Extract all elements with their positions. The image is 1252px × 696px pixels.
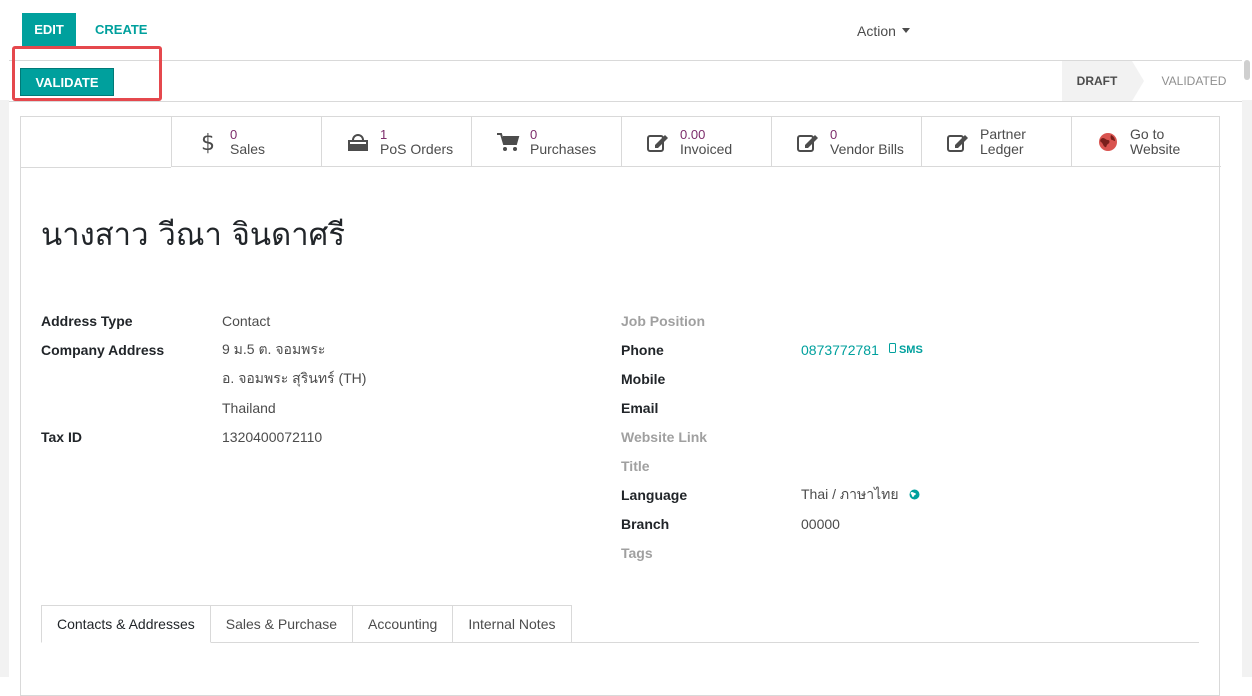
phone-link[interactable]: 0873772781 xyxy=(801,342,879,358)
purchases-count: 0 xyxy=(530,126,538,142)
pos-orders-label: PoS Orders xyxy=(380,140,454,157)
tab-contacts-addresses[interactable]: Contacts & Addresses xyxy=(41,605,211,643)
control-panel: EDIT CREATE Action xyxy=(0,0,1252,60)
pencil-square-icon xyxy=(644,132,672,152)
status-bar: VALIDATE DRAFT VALIDATED xyxy=(9,60,1242,102)
email-label: Email xyxy=(621,399,659,416)
mobile-icon xyxy=(888,343,896,353)
job-position-label: Job Position xyxy=(621,312,705,329)
sales-count: 0 xyxy=(230,126,238,142)
purchases-label: Purchases xyxy=(530,140,597,157)
globe-icon[interactable] xyxy=(909,489,920,500)
partner-name: นางสาว วีณา จินดาศรี xyxy=(41,217,345,253)
partner-ledger-line1: Partner xyxy=(980,125,1026,142)
sms-label: SMS xyxy=(898,344,923,356)
create-button[interactable]: CREATE xyxy=(85,13,157,46)
cart-icon xyxy=(494,132,522,152)
stage-draft: DRAFT xyxy=(1062,61,1144,101)
tax-id-value: 1320400072110 xyxy=(222,428,323,445)
validate-button[interactable]: VALIDATE xyxy=(20,68,114,96)
company-address-label: Company Address xyxy=(41,341,165,358)
shopping-bag-icon xyxy=(344,132,372,152)
address-line1: 9 ม.5 ต. จอมพระ xyxy=(222,340,326,357)
action-label: Action xyxy=(857,22,896,39)
language-value[interactable]: Thai / ภาษาไทย xyxy=(801,484,899,506)
globe-icon xyxy=(1094,132,1122,152)
smart-button-invoiced[interactable]: 0.00 Invoiced xyxy=(621,117,771,167)
background-right xyxy=(1242,100,1252,677)
website-line1: Go to xyxy=(1130,125,1165,142)
pencil-square-icon xyxy=(794,132,822,152)
notebook-tabs: Contacts & Addresses Sales & Purchase Ac… xyxy=(41,605,572,643)
address-line2: อ. จอมพระ สุรินทร์ (TH) xyxy=(222,369,367,386)
divider xyxy=(21,167,171,168)
address-country: Thailand xyxy=(222,399,276,416)
partner-ledger-line2: Ledger xyxy=(980,140,1024,157)
title-label: Title xyxy=(621,457,650,474)
form-sheet: $ 0 Sales 1 PoS Orders 0 Purchases 0.00 Invo… xyxy=(20,116,1221,696)
svg-text:$: $ xyxy=(201,131,215,154)
branch-label: Branch xyxy=(621,515,670,532)
vendor-bills-label: Vendor Bills xyxy=(830,140,904,157)
language-label: Language xyxy=(621,486,688,503)
edit-button[interactable]: EDIT xyxy=(22,13,76,46)
pencil-square-icon xyxy=(944,132,972,152)
address-type-label: Address Type xyxy=(41,312,133,329)
tags-label: Tags xyxy=(621,544,653,561)
phone-label: Phone xyxy=(621,341,664,358)
caret-down-icon xyxy=(901,28,910,33)
smart-button-website[interactable]: Go to Website xyxy=(1071,117,1221,167)
background-left xyxy=(0,100,9,677)
smart-button-purchases[interactable]: 0 Purchases xyxy=(471,117,621,167)
website-line2: Website xyxy=(1130,140,1181,157)
smart-button-pos-orders[interactable]: 1 PoS Orders xyxy=(321,117,471,167)
dollar-icon: $ xyxy=(194,130,222,154)
mobile-label: Mobile xyxy=(621,370,666,387)
smart-button-vendor-bills[interactable]: 0 Vendor Bills xyxy=(771,117,921,167)
tab-internal-notes[interactable]: Internal Notes xyxy=(453,605,572,643)
smart-button-partner-ledger[interactable]: Partner Ledger xyxy=(921,117,1071,167)
status-stages: DRAFT VALIDATED xyxy=(1062,61,1242,101)
vendor-bills-count: 0 xyxy=(830,126,838,142)
website-link-label: Website Link xyxy=(621,428,708,445)
scrollbar[interactable] xyxy=(1244,60,1250,80)
tab-sales-purchase[interactable]: Sales & Purchase xyxy=(210,605,354,643)
pos-orders-count: 1 xyxy=(380,126,388,142)
invoiced-amount: 0.00 xyxy=(680,126,706,142)
action-dropdown[interactable]: Action xyxy=(845,14,922,47)
smart-buttons: $ 0 Sales 1 PoS Orders 0 Purchases 0.00 Invo… xyxy=(171,117,1221,167)
smart-button-sales[interactable]: $ 0 Sales xyxy=(171,117,321,167)
sms-button[interactable]: SMS xyxy=(888,343,923,356)
tab-accounting[interactable]: Accounting xyxy=(353,605,454,643)
address-type-value[interactable]: Contact xyxy=(222,313,270,329)
tax-id-label: Tax ID xyxy=(41,428,82,445)
branch-value: 00000 xyxy=(801,515,840,532)
sales-label: Sales xyxy=(230,140,266,157)
stage-validated[interactable]: VALIDATED xyxy=(1146,61,1242,101)
invoiced-label: Invoiced xyxy=(680,140,733,157)
